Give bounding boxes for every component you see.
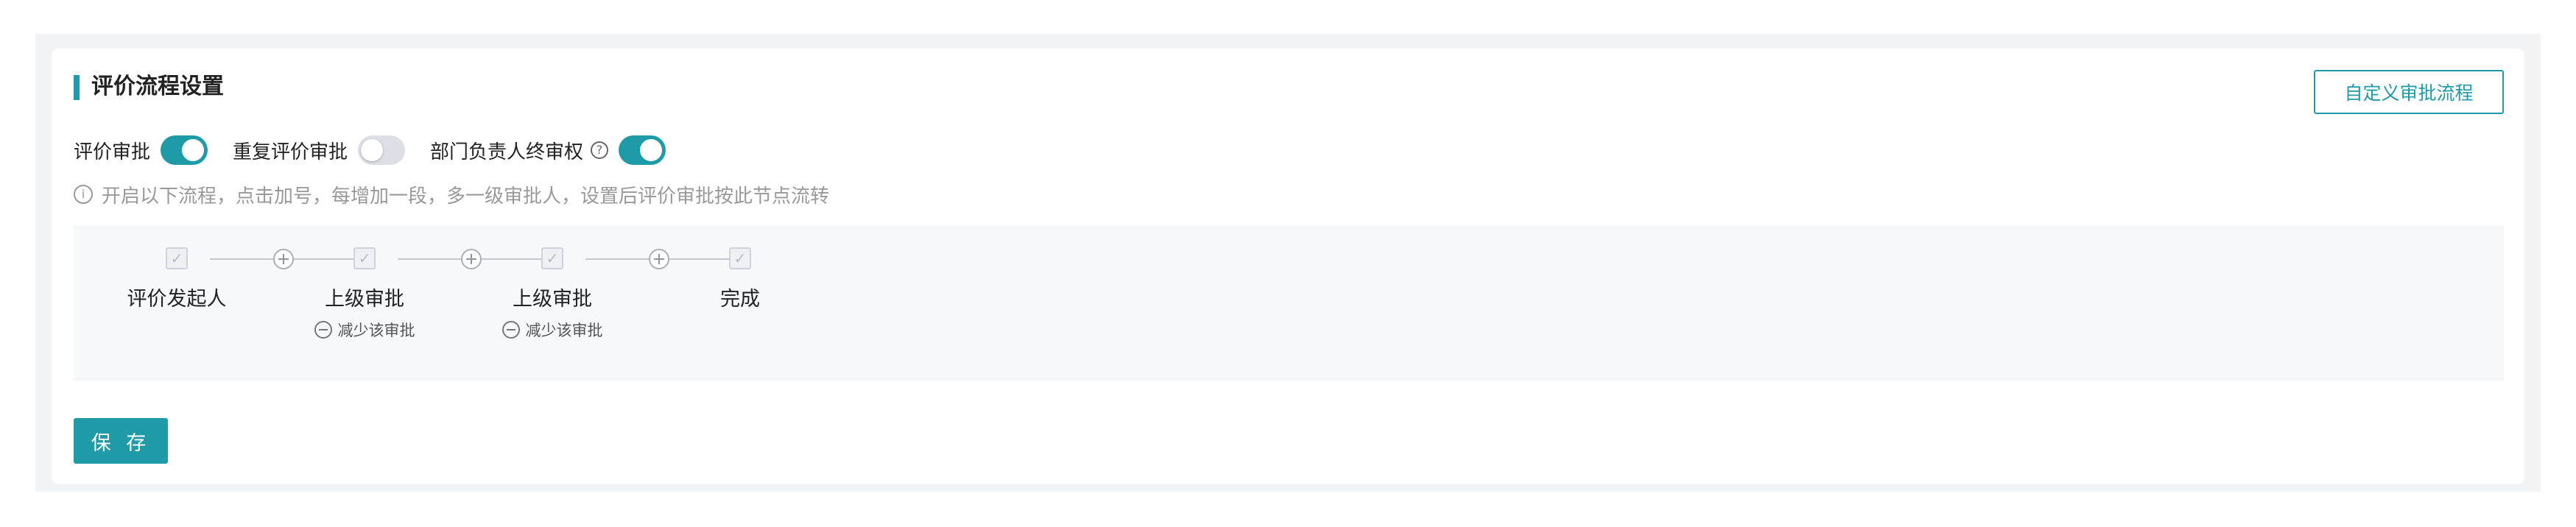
flow-hint: i 开启以下流程，点击加号，每增加一段，多一级审批人，设置后评价审批按此节点流转: [74, 181, 829, 208]
eval-approval-label: 评价审批: [74, 141, 151, 163]
minus-circle-icon: [314, 321, 332, 339]
reduce-approval-button[interactable]: 减少该审批: [269, 319, 460, 341]
info-icon: i: [74, 185, 93, 204]
flow-node-complete: ✓ 完成: [644, 247, 836, 311]
reduce-approval-button[interactable]: 减少该审批: [457, 319, 648, 341]
switch-knob: [182, 139, 205, 161]
check-icon: ✓: [353, 247, 376, 269]
flow-node-approval-2: ✓ 上级审批 减少该审批: [457, 247, 648, 341]
dept-final-label: 部门负责人终审权: [430, 141, 584, 163]
custom-flow-button[interactable]: 自定义审批流程: [2314, 70, 2504, 114]
check-icon: ✓: [729, 247, 751, 269]
toggle-row: 评价审批 重复评价审批 部门负责人终审权 ?: [74, 132, 666, 168]
reduce-label: 减少该审批: [337, 322, 415, 339]
repeat-approval-switch[interactable]: [358, 135, 406, 165]
flow-panel: ✓ 评价发起人 ✓ 上级审批 减少该审批 ✓ 上级审批 减少该审批 ✓ 完成: [74, 225, 2504, 381]
node-label: 完成: [720, 288, 760, 311]
title-accent-bar: [74, 75, 80, 100]
dept-final-switch[interactable]: [619, 135, 666, 165]
switch-knob: [361, 139, 384, 161]
check-icon: ✓: [166, 247, 188, 269]
page-background: 评价流程设置 自定义审批流程 评价审批 重复评价审批 部门负责人终审权 ? i …: [35, 34, 2541, 492]
question-icon[interactable]: ?: [591, 141, 609, 159]
reduce-label: 减少该审批: [525, 322, 603, 339]
flow-node-initiator: ✓ 评价发起人: [81, 247, 272, 311]
eval-approval-switch[interactable]: [161, 135, 208, 165]
check-icon: ✓: [541, 247, 563, 269]
flow-node-approval-1: ✓ 上级审批 减少该审批: [269, 247, 460, 341]
node-label: 上级审批: [325, 288, 404, 311]
node-label: 评价发起人: [127, 288, 227, 311]
settings-card: 评价流程设置 自定义审批流程 评价审批 重复评价审批 部门负责人终审权 ? i …: [52, 49, 2524, 484]
hint-text: 开启以下流程，点击加号，每增加一段，多一级审批人，设置后评价审批按此节点流转: [102, 185, 830, 208]
repeat-approval-label: 重复评价审批: [233, 141, 348, 163]
node-label: 上级审批: [513, 288, 592, 311]
page-title: 评价流程设置: [91, 74, 224, 99]
switch-knob: [640, 139, 663, 161]
minus-circle-icon: [502, 321, 520, 339]
save-button[interactable]: 保 存: [74, 418, 168, 464]
